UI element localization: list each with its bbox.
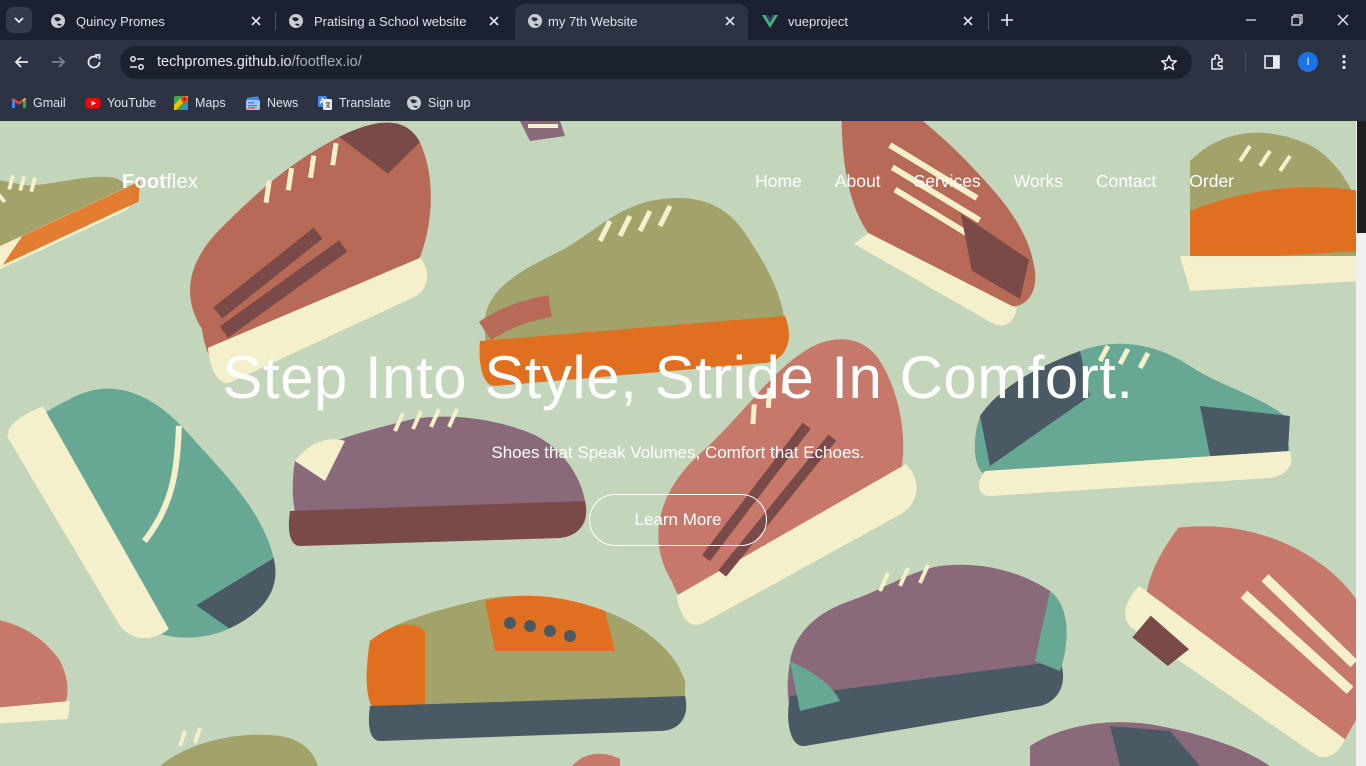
page-viewport: Footflex Home About Services Works Conta… xyxy=(0,121,1356,766)
bookmark-star-icon[interactable] xyxy=(1160,54,1178,72)
site-settings-icon[interactable] xyxy=(128,54,146,72)
extensions-icon[interactable] xyxy=(1208,52,1228,72)
news-icon xyxy=(246,96,260,110)
close-icon[interactable] xyxy=(960,13,976,29)
browser-toolbar: techpromes.github.io/footflex.io/ xyxy=(0,40,1366,85)
tab-title: Pratising a School website xyxy=(314,14,467,29)
translate-icon xyxy=(318,96,332,110)
profile-avatar[interactable]: I xyxy=(1298,52,1318,72)
globe-icon xyxy=(528,14,542,28)
more-menu-icon[interactable] xyxy=(1334,52,1354,72)
new-tab-icon[interactable] xyxy=(997,10,1017,30)
bookmark-label: Translate xyxy=(339,96,391,110)
bookmark-label: Gmail xyxy=(33,96,66,110)
toolbar-separator xyxy=(1245,52,1246,72)
tab-separator xyxy=(988,12,989,30)
globe-icon xyxy=(289,14,303,28)
close-icon[interactable] xyxy=(722,13,738,29)
logo-rest: flex xyxy=(166,171,199,193)
url-path: /footflex.io/ xyxy=(291,54,362,70)
nav-home[interactable]: Home xyxy=(755,171,802,192)
learn-more-button[interactable]: Learn More xyxy=(589,494,767,546)
nav-services[interactable]: Services xyxy=(914,171,981,192)
bookmark-label: YouTube xyxy=(107,96,157,110)
chevron-down-icon xyxy=(14,17,24,24)
youtube-icon xyxy=(85,98,101,109)
tab-my-7th-website[interactable]: my 7th Website xyxy=(515,4,748,40)
close-icon[interactable] xyxy=(486,13,502,29)
site-logo[interactable]: Footflex xyxy=(122,171,198,194)
tab-title: my 7th Website xyxy=(548,14,638,29)
tab-school-website[interactable]: Pratising a School website xyxy=(276,4,512,40)
bookmark-maps[interactable]: Maps xyxy=(173,92,226,114)
bookmark-label: Sign up xyxy=(428,96,471,110)
url-text[interactable]: techpromes.github.io/footflex.io/ xyxy=(157,54,362,70)
restore-icon[interactable] xyxy=(1287,10,1307,30)
hero-title: Step Into Style, Stride In Comfort. xyxy=(222,344,1134,411)
site-nav: Home About Services Works Contact Order xyxy=(755,171,1234,192)
nav-works[interactable]: Works xyxy=(1014,171,1063,192)
address-bar[interactable]: techpromes.github.io/footflex.io/ xyxy=(120,46,1192,79)
nav-about[interactable]: About xyxy=(835,171,881,192)
bookmark-label: Maps xyxy=(195,96,226,110)
side-panel-icon[interactable] xyxy=(1262,52,1282,72)
gmail-icon xyxy=(12,98,26,108)
bookmarks-bar: Gmail YouTube Maps News Translate Sign u… xyxy=(0,85,1366,121)
maps-icon xyxy=(174,96,188,110)
globe-icon xyxy=(407,96,421,110)
forward-arrow-icon[interactable] xyxy=(48,52,68,72)
bookmark-gmail[interactable]: Gmail xyxy=(11,92,66,114)
tab-quincy-promes[interactable]: Quincy Promes xyxy=(38,4,274,40)
tab-strip: Quincy Promes Pratising a School website… xyxy=(0,0,1366,40)
tab-vueproject[interactable]: vueproject xyxy=(750,4,986,40)
minimize-icon[interactable] xyxy=(1241,10,1261,30)
close-icon[interactable] xyxy=(248,13,264,29)
tab-title: vueproject xyxy=(788,14,848,29)
vue-logo-icon xyxy=(762,15,778,28)
bookmark-translate[interactable]: Translate xyxy=(317,92,391,114)
bookmark-sign-up[interactable]: Sign up xyxy=(406,92,470,114)
globe-icon xyxy=(51,14,65,28)
page-scrollbar[interactable] xyxy=(1356,121,1366,766)
logo-bold: Foot xyxy=(122,171,167,193)
back-arrow-icon[interactable] xyxy=(12,52,32,72)
tab-title: Quincy Promes xyxy=(76,14,165,29)
url-host: techpromes.github.io xyxy=(157,54,292,70)
scrollbar-thumb[interactable] xyxy=(1357,121,1366,233)
tab-search-button[interactable] xyxy=(6,7,32,33)
nav-order[interactable]: Order xyxy=(1189,171,1234,192)
hero-subtitle: Shoes that Speak Volumes, Comfort that E… xyxy=(491,443,865,462)
reload-icon[interactable] xyxy=(84,52,104,72)
bookmark-news[interactable]: News xyxy=(245,92,298,114)
bookmark-label: News xyxy=(267,96,299,110)
close-window-icon[interactable] xyxy=(1333,10,1353,30)
bookmark-youtube[interactable]: YouTube xyxy=(85,92,156,114)
nav-contact[interactable]: Contact xyxy=(1096,171,1156,192)
